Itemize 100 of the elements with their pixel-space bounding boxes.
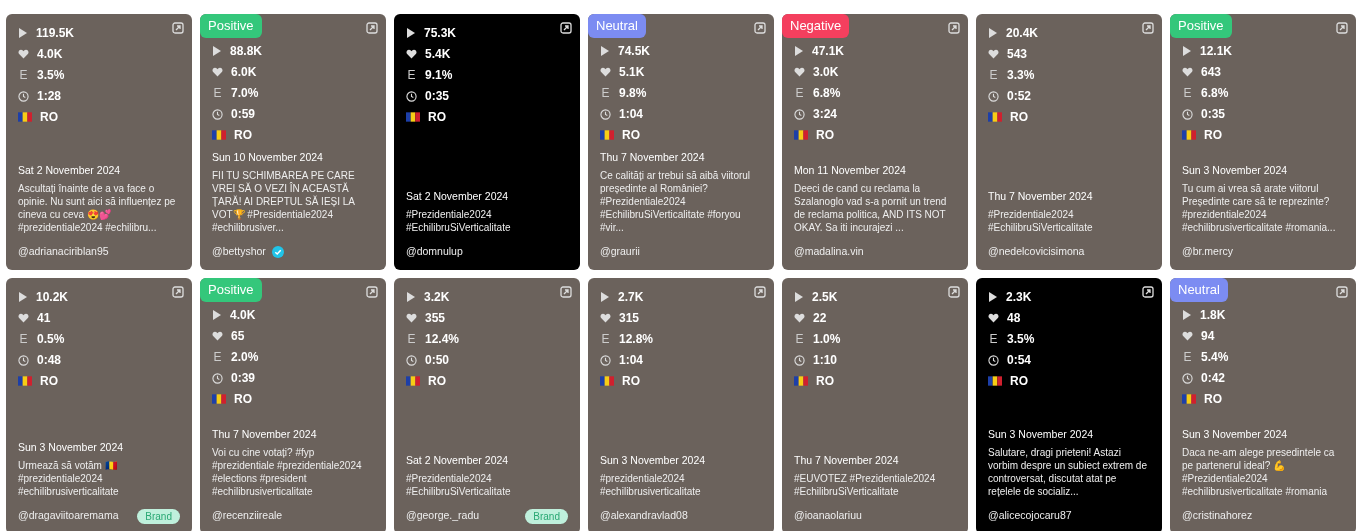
play-count: 20.4K [1006, 25, 1039, 42]
heart-icon [600, 313, 611, 323]
post-date: Sat 2 November 2024 [18, 162, 122, 178]
play-icon [212, 309, 222, 321]
clock-icon [600, 108, 611, 120]
author-handle[interactable]: @adrianaciriblan95 [18, 244, 109, 260]
video-thumbnail-card[interactable]: 2.5K 22 E 1.0% 1:10 RO Thu 7 November 2024 #EUVOTEZ #Prezidentiale2024 #EchilibruSiVerticalitate @ioanaolariuu [782, 278, 968, 531]
flag-icon [1182, 130, 1196, 140]
flag-icon [212, 394, 226, 404]
clock-icon [212, 372, 223, 384]
author-handle[interactable]: @nedelcovicisimona [988, 244, 1085, 260]
video-caption: Ce calități ar trebui să aibă viitorul președinte al României? #Prezidentiale2024 #EchilibruSiVerticalitate #foryou #vir... [600, 169, 752, 235]
video-caption: Urmează să votăm 🇷🇴 #prezidentiale2024 #echilibrusiverticalitate [18, 459, 120, 499]
duration: 0:39 [231, 370, 256, 387]
play-icon [406, 291, 416, 303]
duration: 3:24 [813, 106, 838, 123]
video-caption: #EUVOTEZ #Prezidentiale2024 #EchilibruSiVerticalitate [794, 472, 937, 499]
author-handle[interactable]: @bettyshor [212, 244, 266, 260]
post-date: Sat 2 November 2024 [406, 452, 510, 468]
country-code: RO [40, 109, 58, 126]
duration: 0:59 [231, 106, 256, 123]
author-handle[interactable]: @graurii [600, 244, 640, 260]
like-count: 22 [813, 310, 827, 327]
like-count: 4.0K [37, 46, 63, 63]
video-thumbnail-card[interactable]: Positive 88.8K 6.0K E 7.0% 0:59 RO Sun 10 November 2024 FII TU SCHIMBAREA PE CARE VREI SĂ O VEZI ÎN ACEASTĂ ȚARĂ! AI DREPTUL SĂ IEȘI LA VOT🏆 #Presidentiale2024 #echilibrusiver... @bettyshor [200, 14, 386, 270]
author-handle[interactable]: @alexandravlad08 [600, 508, 688, 524]
duration: 0:52 [1007, 88, 1032, 105]
post-date: Sun 3 November 2024 [600, 452, 707, 468]
like-count: 94 [1201, 328, 1215, 345]
video-thumbnail-card[interactable]: 10.2K 41 E 0.5% 0:48 RO Sun 3 November 2024 Urmează să votăm 🇷🇴 #prezidentiale2024 #echilibrusiverticalitate @dragaviitoaremama Brand [6, 278, 192, 531]
country-code: RO [622, 373, 640, 390]
engagement-rate: 5.4% [1201, 349, 1229, 366]
video-caption: Ascultați înainte de a va face o opinie. Nu sunt aici să influențez pe cineva cu ceva 😍💕 #prezidentiale2024 #echilibru... [18, 182, 177, 235]
video-caption: Tu cum ai vrea să arate viitorul Președinte care să te reprezinte? #prezidentiale2024 #echilibrusiverticalitate #romania... [1182, 182, 1337, 235]
author-handle[interactable]: @madalina.vin [794, 244, 864, 260]
engagement-rate: 6.8% [1201, 85, 1229, 102]
expand-icon[interactable] [1142, 286, 1154, 298]
heart-icon [18, 49, 29, 59]
video-caption: Voi cu cine votați? #fyp #prezidentiale #prezidentiale2024 #elections #president #echilibrusiverticalitate [212, 446, 363, 499]
video-caption: #prezidentiale2024 #echilibrusiverticalitate [600, 472, 702, 499]
engagement-rate: 9.8% [619, 85, 647, 102]
heart-icon [18, 313, 29, 323]
play-icon [794, 45, 804, 57]
video-thumbnail-card[interactable]: Positive 4.0K 65 E 2.0% 0:39 RO Thu 7 November 2024 Voi cu cine votați? #fyp #prezidentiale #prezidentiale2024 #elections #president #echilibrusiverticalitate @recenziireale [200, 278, 386, 531]
like-count: 6.0K [231, 64, 257, 81]
author-handle[interactable]: @dragaviitoaremama [18, 508, 119, 524]
like-count: 355 [425, 310, 446, 327]
country-code: RO [40, 373, 58, 390]
video-card[interactable]: 2.3K 48 E 3.5% 0:54 RO Sun 3 November 2024 Salutare, dragi prieteni! Astazi vorbim despre un subiect extrem de controversat, discutat atat pe rețelele de socializ... @alicecojocaru87 [976, 278, 1162, 531]
play-count: 88.8K [230, 43, 263, 60]
country-code: RO [234, 127, 252, 144]
heart-icon [1182, 331, 1193, 341]
country-code: RO [428, 109, 446, 126]
like-count: 41 [37, 310, 51, 327]
video-caption: FII TU SCHIMBAREA PE CARE VREI SĂ O VEZI ÎN ACEASTĂ ȚARĂ! AI DREPTUL SĂ IEȘI LA VOT🏆 #Presidentiale2024 #echilibrusiver... [212, 169, 356, 235]
video-thumbnail-card[interactable]: Neutral 74.5K 5.1K E 9.8% 1:04 RO Thu 7 November 2024 Ce calități ar trebui să aibă viitorul președinte al României? #Prezidentiale2024 #EchilibruSiVerticalitate #foryou #vir... @graurii [588, 14, 774, 270]
engagement-rate: 1.0% [813, 331, 841, 348]
engagement-label: E [18, 331, 29, 348]
like-count: 3.0K [813, 64, 839, 81]
play-count: 2.7K [618, 289, 644, 306]
duration: 1:28 [37, 88, 62, 105]
video-thumbnail-card[interactable]: Positive 12.1K 643 E 6.8% 0:35 RO Sun 3 November 2024 Tu cum ai vrea să arate viitorul Președinte care să te reprezinte? #prezidentiale2024 #echilibrusiverticalitate #romania... @br.mercy [1170, 14, 1356, 270]
author-handle[interactable]: @alicecojocaru87 [988, 508, 1072, 524]
play-icon [1182, 45, 1192, 57]
country-code: RO [816, 127, 834, 144]
video-card[interactable]: 75.3K 5.4K E 9.1% 0:35 RO Sat 2 November 2024 #Prezidentiale2024 #EchilibruSiVerticalitate @domnulup [394, 14, 580, 270]
duration: 0:35 [1201, 106, 1226, 123]
engagement-label: E [406, 67, 417, 84]
play-count: 2.5K [812, 289, 838, 306]
video-caption: Salutare, dragi prieteni! Astazi vorbim despre un subiect extrem de controversat, discutat atat pe rețelele de socializ... [988, 446, 1148, 499]
play-count: 10.2K [36, 289, 69, 306]
author-handle[interactable]: @george._radu [406, 508, 480, 524]
author-handle[interactable]: @cristinahorez [1182, 508, 1253, 524]
engagement-rate: 3.5% [1007, 331, 1035, 348]
author-handle[interactable]: @recenziireale [212, 508, 283, 524]
video-thumbnail-card[interactable]: Negative 47.1K 3.0K E 6.8% 3:24 RO Mon 11 November 2024 Deeci de cand cu reclama la Szalanoglo vad s-a pornit un trend de reclama politica, AND ITS NOT OKAY. Sa iti incurajezi ... @madalina.vin [782, 14, 968, 270]
video-thumbnail-card[interactable]: Neutral 1.8K 94 E 5.4% 0:42 RO Sun 3 November 2024 Daca ne-am alege presedintele ca pe partenerul ideal? 💪 #Prezidentiale2024 #echilibrusiverticalitate #romania @cristinahorez [1170, 278, 1356, 531]
country-code: RO [1010, 109, 1028, 126]
author-handle[interactable]: @domnulup [406, 244, 463, 260]
play-icon [212, 45, 222, 57]
like-count: 543 [1007, 46, 1028, 63]
video-thumbnail-card[interactable]: 2.7K 315 E 12.8% 1:04 RO Sun 3 November 2024 #prezidentiale2024 #echilibrusiverticalitate @alexandravlad08 [588, 278, 774, 531]
flag-icon [406, 112, 420, 122]
video-thumbnail-card[interactable]: 119.5K 4.0K E 3.5% 1:28 RO Sat 2 November 2024 Ascultați înainte de a va face o opinie. Nu sunt aici să influențez pe cineva cu ceva 😍💕 #prezidentiale2024 #echilibru... @adrianaciriblan95 [6, 14, 192, 270]
video-thumbnail-card[interactable]: 3.2K 355 E 12.4% 0:50 RO Sat 2 November 2024 #Prezidentiale2024 #EchilibruSiVerticalitate @george._radu Brand [394, 278, 580, 531]
author-handle[interactable]: @br.mercy [1182, 244, 1233, 260]
engagement-label: E [794, 331, 805, 348]
video-thumbnail-card[interactable]: 20.4K 543 E 3.3% 0:52 RO Thu 7 November 2024 #Prezidentiale2024 #EchilibruSiVerticalitate @nedelcovicisimona [976, 14, 1162, 270]
post-date: Thu 7 November 2024 [600, 149, 706, 165]
heart-icon [794, 67, 805, 77]
clock-icon [1182, 108, 1193, 120]
play-icon [406, 27, 416, 39]
engagement-rate: 9.1% [425, 67, 453, 84]
expand-icon[interactable] [560, 22, 572, 34]
country-code: RO [816, 373, 834, 390]
post-date: Sun 3 November 2024 [1182, 426, 1289, 442]
like-count: 48 [1007, 310, 1021, 327]
author-handle[interactable]: @ioanaolariuu [794, 508, 862, 524]
engagement-rate: 6.8% [813, 85, 841, 102]
like-count: 5.1K [619, 64, 645, 81]
